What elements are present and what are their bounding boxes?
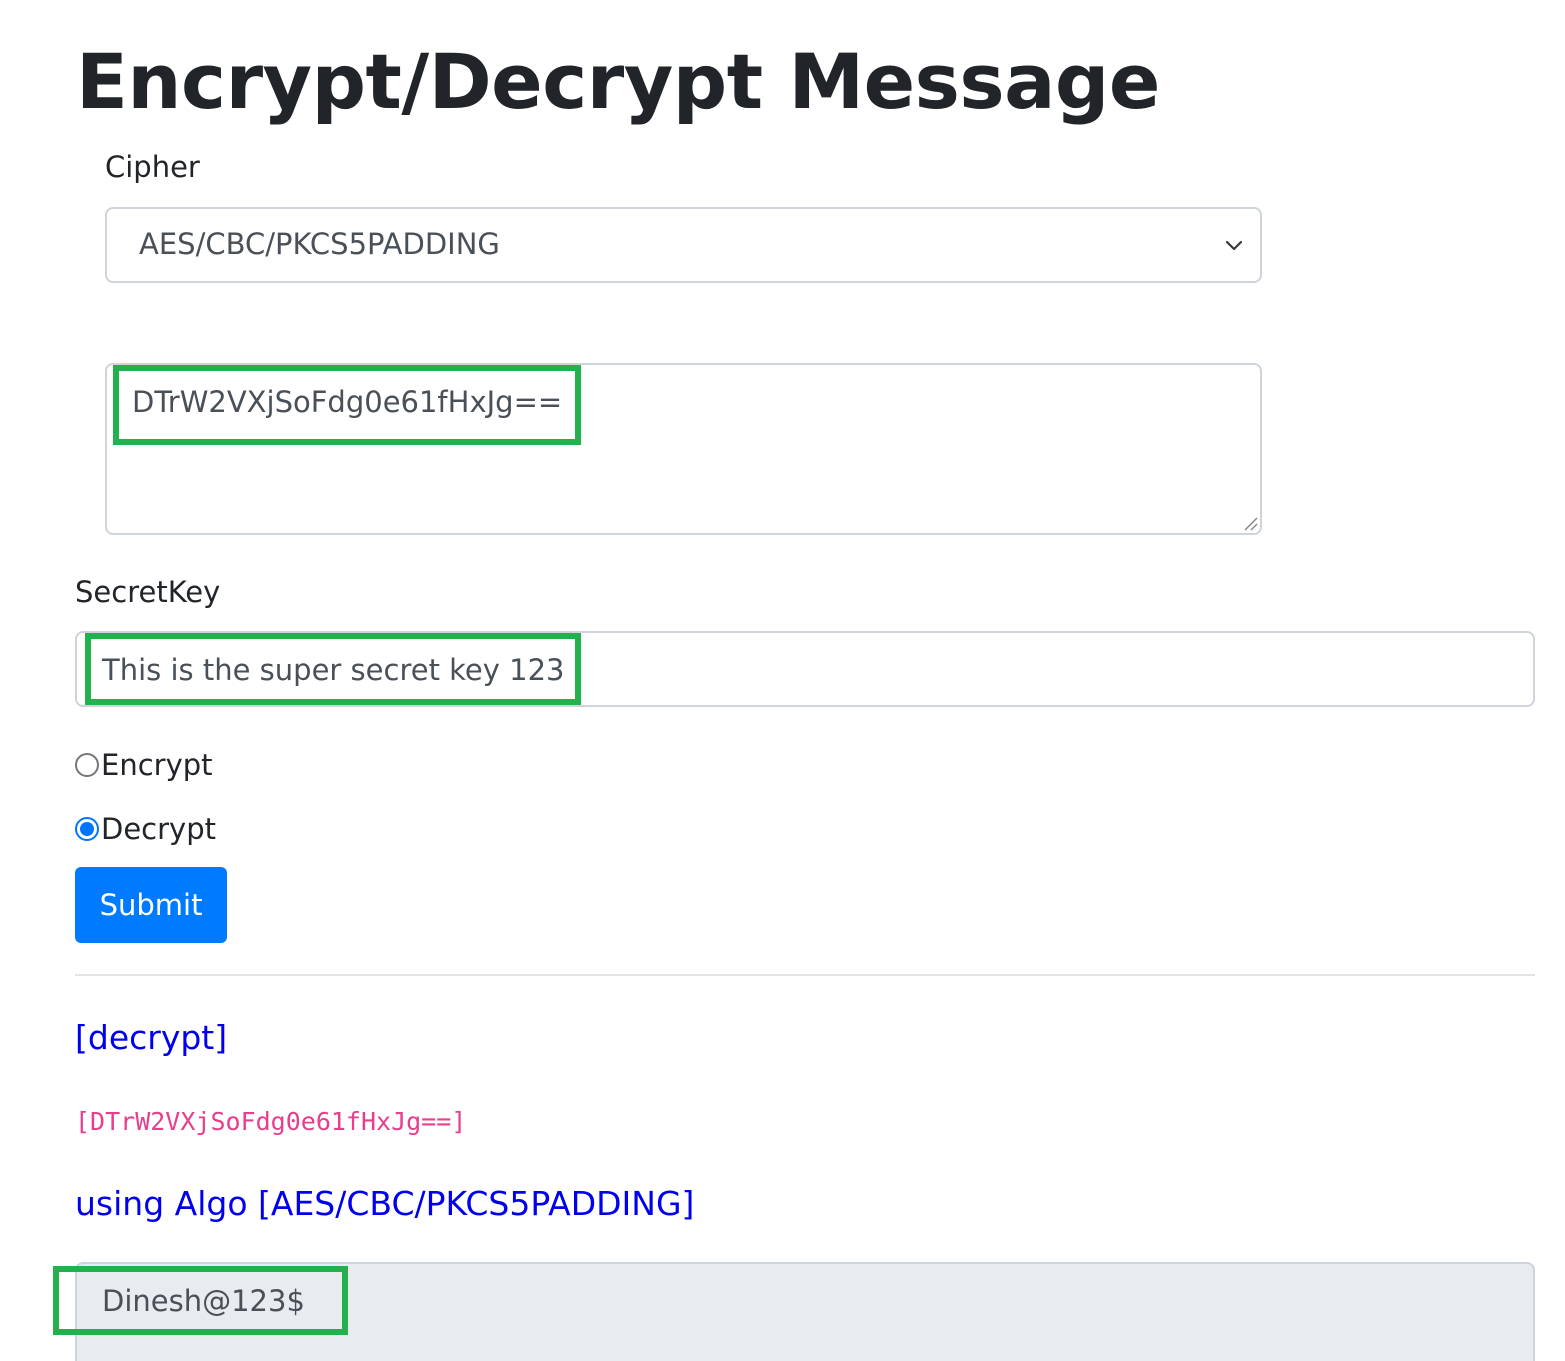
divider <box>75 974 1535 976</box>
page-title: Encrypt/Decrypt Message <box>76 37 1160 126</box>
result-algo: using Algo [AES/CBC/PKCS5PADDING] <box>75 1184 695 1223</box>
decrypt-radio[interactable] <box>75 817 99 841</box>
secret-key-highlight-box <box>85 633 581 705</box>
encrypt-radio-label: Encrypt <box>101 748 213 782</box>
resize-handle-icon[interactable] <box>1240 513 1258 531</box>
encrypt-radio[interactable] <box>75 753 99 777</box>
cipher-select-value: AES/CBC/PKCS5PADDING <box>139 227 500 261</box>
result-highlight-box <box>53 1266 348 1335</box>
cipher-select[interactable]: AES/CBC/PKCS5PADDING <box>105 207 1262 283</box>
result-operation: [decrypt] <box>75 1018 228 1057</box>
submit-button[interactable]: Submit <box>75 867 227 943</box>
result-input-code: [DTrW2VXjSoFdg0e61fHxJg==] <box>75 1107 467 1136</box>
decrypt-radio-option[interactable]: Decrypt <box>75 809 216 849</box>
decrypt-radio-label: Decrypt <box>101 812 216 846</box>
encrypt-radio-option[interactable]: Encrypt <box>75 745 213 785</box>
page: Encrypt/Decrypt Message Cipher AES/CBC/P… <box>0 0 1565 1361</box>
cipher-label: Cipher <box>105 150 200 184</box>
chevron-down-icon <box>1225 240 1243 251</box>
secret-key-label: SecretKey <box>75 575 221 609</box>
message-highlight-box <box>113 365 581 445</box>
